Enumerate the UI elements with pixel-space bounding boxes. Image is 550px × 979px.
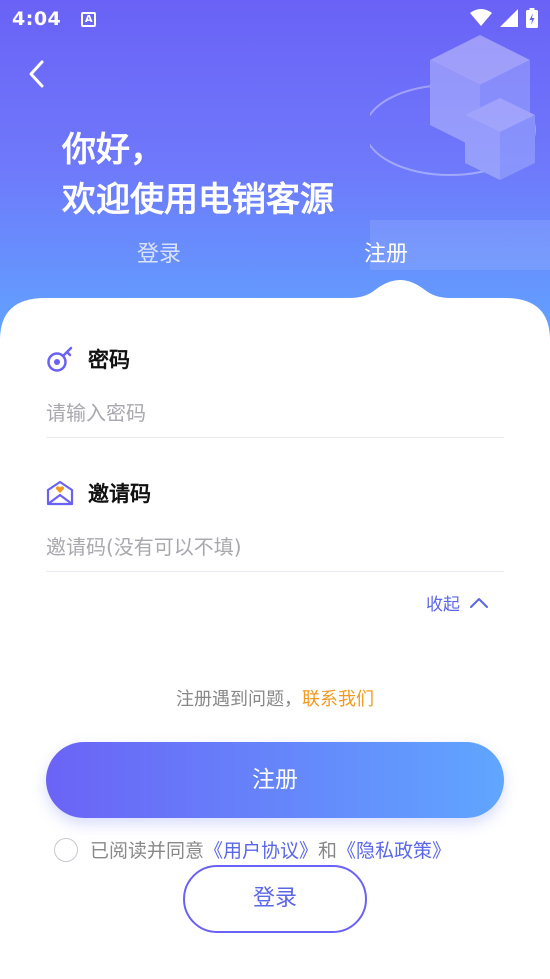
tab-register[interactable]: 注册 xyxy=(364,236,408,268)
user-agreement-link[interactable]: 《用户协议》 xyxy=(204,836,318,863)
privacy-policy-link[interactable]: 《隐私政策》 xyxy=(337,836,451,863)
greeting: 你好， 欢迎使用电销客源 xyxy=(62,125,334,225)
agreement-and: 和 xyxy=(318,840,338,862)
battery-icon xyxy=(526,8,538,28)
contact-us-link[interactable]: 联系我们 xyxy=(302,689,374,710)
signal-icon xyxy=(500,9,518,27)
help-text: 注册遇到问题， xyxy=(176,689,302,710)
back-arrow-icon[interactable] xyxy=(22,58,54,90)
login-button[interactable]: 登录 xyxy=(183,865,367,933)
greeting-line-1: 你好， xyxy=(62,130,164,170)
status-time: 4:04 xyxy=(12,8,62,30)
invite-code-input[interactable] xyxy=(46,528,504,572)
chevron-up-icon xyxy=(470,597,488,608)
invite-code-label: 邀请码 xyxy=(46,478,151,508)
status-bar: 4:04 A xyxy=(0,0,550,38)
auth-tabs: 登录 注册 xyxy=(0,236,550,272)
collapse-label: 收起 xyxy=(426,595,460,615)
password-label: 密码 xyxy=(46,344,130,374)
key-icon xyxy=(47,346,73,372)
agreement-prefix: 已阅读并同意 xyxy=(90,840,205,862)
status-icons xyxy=(470,8,538,28)
invite-code-label-text: 邀请码 xyxy=(88,482,151,506)
agreement-checkbox[interactable] xyxy=(54,837,78,862)
decorative-cubes-icon xyxy=(370,35,550,270)
wifi-icon xyxy=(470,9,492,26)
notification-a-icon: A xyxy=(81,11,97,27)
register-button[interactable]: 注册 xyxy=(46,742,504,818)
collapse-button[interactable]: 收起 xyxy=(426,590,488,615)
envelope-heart-icon xyxy=(46,480,74,506)
tab-login[interactable]: 登录 xyxy=(137,236,181,268)
password-input[interactable] xyxy=(46,394,504,438)
password-label-text: 密码 xyxy=(88,348,130,372)
greeting-line-2: 欢迎使用电销客源 xyxy=(62,180,334,220)
help-line: 注册遇到问题，联系我们 xyxy=(0,685,550,711)
agreement-row: 已阅读并同意 《用户协议》 和 《隐私政策》 xyxy=(54,836,451,863)
